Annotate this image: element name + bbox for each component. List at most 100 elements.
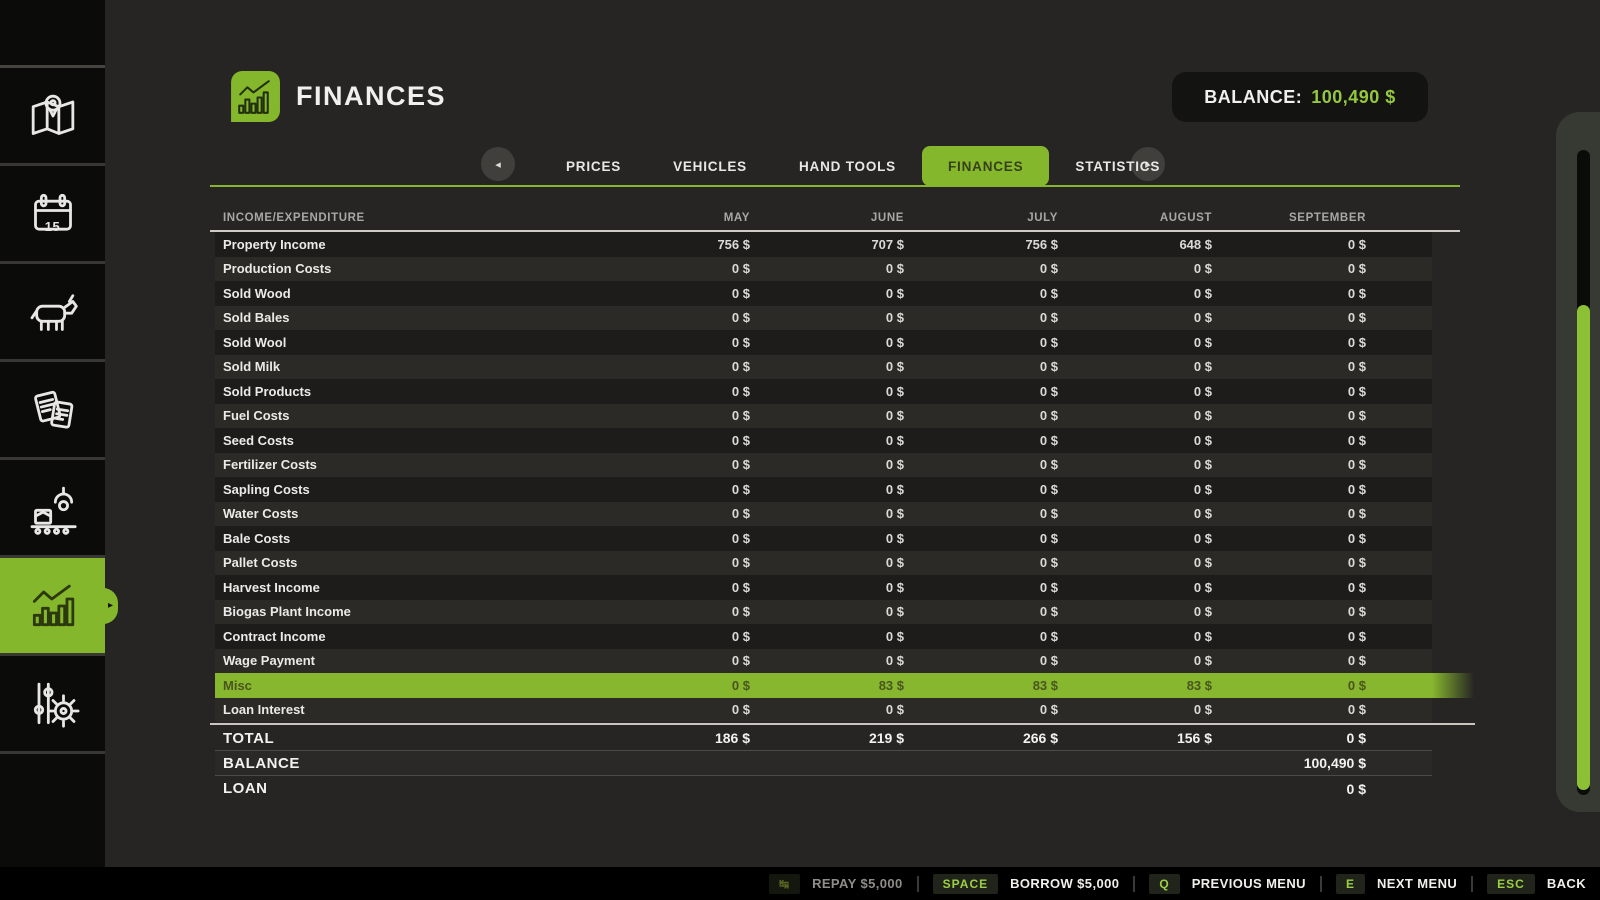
sidebar-item-production[interactable] (0, 460, 105, 558)
cell-value: 0 $ (750, 629, 904, 644)
table-row[interactable]: BALANCE100,490 $ (215, 751, 1432, 776)
table-row[interactable]: Wage Payment0 $0 $0 $0 $0 $ (215, 649, 1432, 674)
cell-value: 0 $ (750, 335, 904, 350)
sidebar-item-contracts[interactable] (0, 362, 105, 460)
cell-value: 0 $ (1058, 653, 1212, 668)
calendar-day: 15 (45, 219, 60, 234)
cell-value: 0 $ (1212, 359, 1366, 374)
table-row[interactable]: Sold Products0 $0 $0 $0 $0 $ (215, 379, 1432, 404)
cell-value: 0 $ (1058, 408, 1212, 423)
cell-value: 0 $ (1058, 286, 1212, 301)
row-label: Fuel Costs (215, 408, 596, 423)
scrollbar-thumb[interactable] (1577, 305, 1590, 790)
row-label: Seed Costs (215, 433, 596, 448)
cell-value: 0 $ (1212, 604, 1366, 619)
cell-value: 0 $ (750, 580, 904, 595)
cell-value: 0 $ (1212, 702, 1366, 717)
cell-value: 0 $ (750, 653, 904, 668)
cell-value: 0 $ (1212, 531, 1366, 546)
sidebar-item-map[interactable] (0, 68, 105, 166)
cell-value: 0 $ (750, 286, 904, 301)
cell-value: 0 $ (750, 384, 904, 399)
cell-value: 100,490 $ (1212, 755, 1366, 771)
row-label: LOAN (215, 780, 596, 797)
sidebar-item-finances[interactable]: ▸ (0, 558, 105, 656)
tab-finances[interactable]: FINANCES (922, 146, 1049, 186)
cell-value: 0 $ (1212, 482, 1366, 497)
cell-value: 0 $ (904, 310, 1058, 325)
sidebar-item-settings[interactable] (0, 656, 105, 754)
table-row[interactable]: Pallet Costs0 $0 $0 $0 $0 $ (215, 551, 1432, 576)
table-row[interactable]: Harvest Income0 $0 $0 $0 $0 $ (215, 575, 1432, 600)
cell-value: 0 $ (1058, 531, 1212, 546)
cell-value: 0 $ (1212, 237, 1366, 252)
table-row[interactable]: Water Costs0 $0 $0 $0 $0 $ (215, 502, 1432, 527)
table-row[interactable]: Fertilizer Costs0 $0 $0 $0 $0 $ (215, 453, 1432, 478)
tab-statistics[interactable]: STATISTICS (1049, 146, 1186, 186)
divider (1133, 876, 1135, 892)
borrow-hotkey[interactable]: SPACE BORROW $5,000 (933, 874, 1120, 894)
sidebar-item-calendar[interactable]: 15 (0, 166, 105, 264)
cell-value: 0 $ (750, 555, 904, 570)
sidebar: 15 (0, 0, 105, 867)
tabs-prev-button[interactable]: ◂ (481, 147, 515, 181)
tab-vehicles[interactable]: VEHICLES (647, 146, 773, 186)
sidebar-item-animals[interactable] (0, 264, 105, 362)
cell-value: 0 $ (1058, 384, 1212, 399)
cell-value: 0 $ (904, 457, 1058, 472)
cell-value: 0 $ (1212, 457, 1366, 472)
tab-prices[interactable]: PRICES (540, 146, 647, 186)
back-hotkey[interactable]: ESC BACK (1487, 874, 1586, 894)
table-row[interactable]: Sapling Costs0 $0 $0 $0 $0 $ (215, 477, 1432, 502)
cell-value: 0 $ (904, 433, 1058, 448)
table-row[interactable]: Sold Bales0 $0 $0 $0 $0 $ (215, 306, 1432, 331)
previous-menu-hotkey[interactable]: Q PREVIOUS MENU (1149, 874, 1306, 894)
row-label: Loan Interest (215, 702, 596, 717)
table-row[interactable]: Misc0 $83 $83 $83 $0 $ (215, 673, 1432, 698)
finances-screen: 15 (0, 0, 1600, 900)
sidebar-spacer (0, 0, 105, 68)
table-row[interactable]: TOTAL186 $219 $266 $156 $0 $ (215, 726, 1432, 751)
tab-hand-tools[interactable]: HAND TOOLS (773, 146, 922, 186)
cell-value: 0 $ (596, 384, 750, 399)
table-row[interactable]: Loan Interest0 $0 $0 $0 $0 $ (215, 698, 1432, 723)
cell-value: 0 $ (596, 433, 750, 448)
table-row[interactable]: Bale Costs0 $0 $0 $0 $0 $ (215, 526, 1432, 551)
cell-value: 0 $ (904, 261, 1058, 276)
table-row[interactable]: Fuel Costs0 $0 $0 $0 $0 $ (215, 404, 1432, 429)
table-row[interactable]: Biogas Plant Income0 $0 $0 $0 $0 $ (215, 600, 1432, 625)
cell-value: 0 $ (1058, 702, 1212, 717)
previous-menu-label: PREVIOUS MENU (1192, 876, 1306, 891)
cell-value: 0 $ (1212, 730, 1366, 746)
table-row[interactable]: LOAN0 $ (215, 776, 1432, 801)
table-row[interactable]: Seed Costs0 $0 $0 $0 $0 $ (215, 428, 1432, 453)
cell-value: 0 $ (1058, 555, 1212, 570)
repay-hotkey[interactable]: ↹ REPAY $5,000 (769, 874, 903, 894)
table-row[interactable]: Property Income756 $707 $756 $648 $0 $ (215, 232, 1432, 257)
cell-value: 0 $ (750, 457, 904, 472)
row-label: Property Income (215, 237, 596, 252)
map-icon (25, 88, 81, 144)
table-row[interactable]: Sold Wood0 $0 $0 $0 $0 $ (215, 281, 1432, 306)
cell-value: 0 $ (1058, 457, 1212, 472)
cell-value: 0 $ (750, 408, 904, 423)
cell-value: 0 $ (596, 286, 750, 301)
row-label: Biogas Plant Income (215, 604, 596, 619)
active-item-arrow-icon: ▸ (103, 588, 118, 624)
cell-value: 0 $ (1212, 506, 1366, 521)
row-label: TOTAL (215, 730, 596, 747)
cell-value: 0 $ (1058, 359, 1212, 374)
cell-value: 0 $ (1058, 482, 1212, 497)
table-row[interactable]: Production Costs0 $0 $0 $0 $0 $ (215, 257, 1432, 282)
cell-value: 0 $ (1212, 555, 1366, 570)
next-menu-hotkey[interactable]: E NEXT MENU (1336, 874, 1457, 894)
page-title: FINANCES (296, 81, 446, 112)
cell-value: 0 $ (596, 408, 750, 423)
table-row[interactable]: Sold Wool0 $0 $0 $0 $0 $ (215, 330, 1432, 355)
row-label: Wage Payment (215, 653, 596, 668)
cell-value: 0 $ (904, 629, 1058, 644)
balance-value: 100,490 $ (1311, 87, 1396, 108)
table-row[interactable]: Contract Income0 $0 $0 $0 $0 $ (215, 624, 1432, 649)
cell-value: 0 $ (904, 604, 1058, 619)
table-row[interactable]: Sold Milk0 $0 $0 $0 $0 $ (215, 355, 1432, 380)
